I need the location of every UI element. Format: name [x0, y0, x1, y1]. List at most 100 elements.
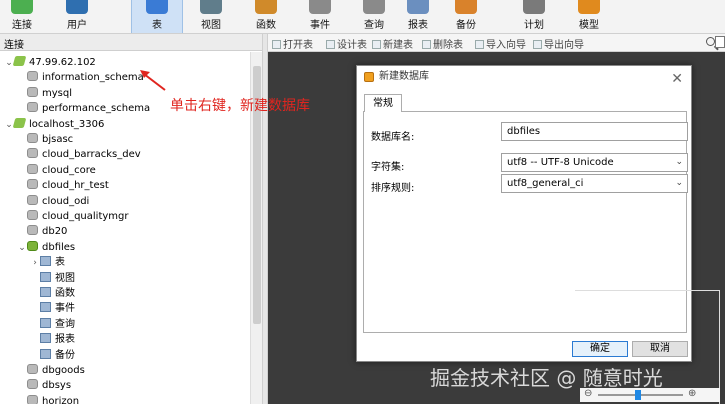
toolbar-button-label: 查询 [364, 20, 384, 31]
toolbar-button-8[interactable]: 备份 [444, 0, 488, 33]
tree-item[interactable]: › 表 [30, 255, 65, 270]
tree-item-label: 报表 [55, 334, 75, 346]
object-type-icon [40, 302, 51, 313]
tree-item-label: 表 [55, 257, 65, 269]
toolbar-button-label: 视图 [201, 20, 221, 31]
chevron-down-icon: ⌄ [675, 157, 683, 167]
toolbar-button-5[interactable]: 事件 [298, 0, 342, 33]
tree-item-label: cloud_odi [42, 195, 90, 207]
database-icon [27, 86, 38, 97]
tree-item[interactable]: 视图 [30, 271, 75, 286]
table-action-icon [372, 40, 381, 49]
tab-general[interactable]: 常规 [364, 94, 402, 112]
toolbar-button-4[interactable]: 函数 [244, 0, 288, 33]
tree-item[interactable]: dbsys [17, 378, 71, 393]
tree-item-label: horizon [42, 395, 80, 404]
database-icon [27, 102, 38, 113]
tree-item[interactable]: 备份 [30, 348, 75, 363]
table-icon [146, 0, 168, 14]
toolbar-button-6[interactable]: 查询 [352, 0, 396, 33]
tree-item[interactable]: cloud_core [17, 163, 96, 178]
tree-item-label: dbgoods [42, 365, 85, 376]
table-action-icon [533, 40, 542, 49]
view-mode-icon[interactable] [715, 36, 725, 48]
database-open-icon [27, 240, 38, 251]
database-icon [27, 379, 38, 390]
tree-item[interactable]: db20 [17, 224, 67, 239]
zoom-in-icon[interactable]: ⊕ [688, 388, 696, 399]
toolbar-button-label: 计划 [524, 20, 544, 31]
toolbar-button-1[interactable]: 用户 [56, 0, 98, 33]
tree-item-label: 函数 [55, 288, 75, 299]
tree-item[interactable]: 查询 [30, 317, 75, 332]
object-type-icon [40, 317, 51, 328]
subbar-button-label: 导出向导 [544, 40, 584, 51]
user-icon [66, 0, 88, 14]
subbar-button-1[interactable]: 设计表 [326, 36, 367, 51]
tree-item[interactable]: information_schema [17, 70, 144, 85]
connection-icon [11, 0, 33, 14]
object-type-icon [40, 271, 51, 282]
database-icon [27, 133, 38, 143]
object-type-icon [40, 287, 51, 297]
database-icon [364, 72, 374, 82]
tree-item-label: mysql [42, 87, 72, 99]
tree-item-label: 查询 [55, 318, 75, 330]
subbar-button-label: 设计表 [337, 40, 367, 51]
view-icon [200, 0, 222, 14]
charset-label: 字符集: [371, 162, 405, 173]
dialog-titlebar: 新建数据库 ✕ [357, 66, 691, 88]
table-action-icon [326, 40, 335, 49]
report-icon [407, 0, 429, 14]
toolbar-button-label: 模型 [579, 20, 599, 31]
chevron-down-icon[interactable]: ⌄ [17, 241, 27, 256]
subbar-button-5[interactable]: 导出向导 [533, 36, 584, 51]
subbar-button-0[interactable]: 打开表 [272, 36, 313, 51]
tree-item[interactable]: cloud_hr_test [17, 178, 109, 193]
tree-item[interactable]: 函数 [30, 286, 75, 301]
search-icon[interactable] [706, 37, 715, 46]
tree-item[interactable]: 报表 [30, 332, 75, 347]
tree-item[interactable]: cloud_qualitymgr [17, 209, 129, 224]
tree-item-label: 事件 [55, 303, 75, 315]
toolbar-button-3[interactable]: 视图 [190, 0, 232, 33]
toolbar-button-0[interactable]: 连接 [0, 0, 44, 33]
tree-item[interactable]: cloud_barracks_dev [17, 147, 141, 162]
chevron-right-icon[interactable]: › [30, 256, 40, 271]
tree-item-label: information_schema [42, 72, 144, 84]
database-icon [27, 163, 38, 174]
charset-select[interactable]: utf8 -- UTF-8 Unicode ⌄ [501, 153, 688, 172]
subbar-button-label: 新建表 [383, 40, 413, 51]
tree-item[interactable]: mysql [17, 86, 72, 101]
tree-item[interactable]: performance_schema [17, 101, 150, 116]
tree-item[interactable]: ⌄ localhost_3306 [4, 117, 104, 132]
connection-icon [12, 56, 27, 66]
toolbar-button-7[interactable]: 报表 [396, 0, 440, 33]
toolbar-button-2[interactable]: 表 [131, 0, 183, 33]
tree-item[interactable]: 事件 [30, 301, 75, 316]
tree-item[interactable]: horizon [17, 394, 79, 404]
tree-item[interactable]: ⌄ 47.99.62.102 [4, 55, 96, 70]
toolbar-button-label: 报表 [408, 20, 428, 31]
close-icon[interactable]: ✕ [671, 68, 683, 90]
toolbar-button-9[interactable]: 计划 [512, 0, 556, 33]
database-name-field[interactable]: dbfiles [501, 122, 688, 141]
charset-value: utf8 -- UTF-8 Unicode [507, 157, 614, 168]
collation-select[interactable]: utf8_general_ci ⌄ [501, 174, 688, 193]
chevron-down-icon: ⌄ [675, 178, 683, 188]
database-icon [27, 225, 38, 236]
tree-item[interactable]: dbgoods [17, 363, 85, 378]
database-icon [27, 179, 38, 190]
zoom-knob[interactable] [635, 390, 641, 400]
tree-item[interactable]: cloud_odi [17, 194, 89, 209]
tree-item[interactable]: bjsasc [17, 132, 73, 147]
toolbar-button-label: 用户 [67, 20, 87, 31]
object-toolbar: 打开表 设计表 新建表 删除表 导入向导 导出向导 [268, 34, 725, 52]
subbar-button-4[interactable]: 导入向导 [475, 36, 526, 51]
toolbar-button-10[interactable]: 模型 [566, 0, 612, 33]
subbar-button-3[interactable]: 删除表 [422, 36, 463, 51]
database-name-label: 数据库名: [371, 132, 415, 143]
tree-item[interactable]: ⌄ dbfiles [17, 240, 75, 255]
database-icon [27, 148, 38, 159]
subbar-button-2[interactable]: 新建表 [372, 36, 413, 51]
